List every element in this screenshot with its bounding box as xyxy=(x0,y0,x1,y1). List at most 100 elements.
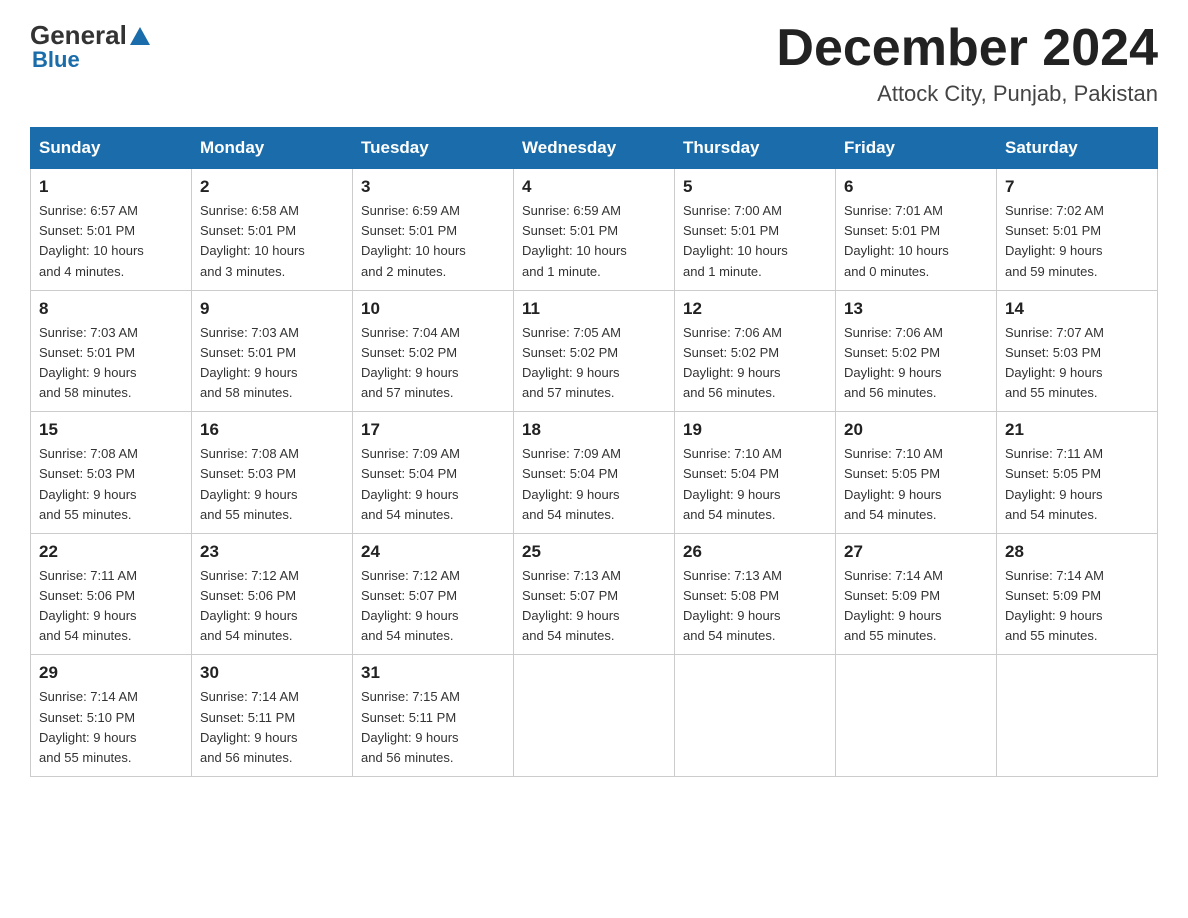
day-info: Sunrise: 7:06 AM Sunset: 5:02 PM Dayligh… xyxy=(683,323,827,404)
day-number: 28 xyxy=(1005,542,1149,562)
day-info: Sunrise: 7:11 AM Sunset: 5:06 PM Dayligh… xyxy=(39,566,183,647)
day-number: 14 xyxy=(1005,299,1149,319)
day-number: 30 xyxy=(200,663,344,683)
calendar-day-cell: 21Sunrise: 7:11 AM Sunset: 5:05 PM Dayli… xyxy=(997,412,1158,534)
day-number: 29 xyxy=(39,663,183,683)
calendar-week-row: 8 Sunrise: 7:03 AM Sunset: 5:01 PM Daylig… xyxy=(31,290,1158,412)
calendar-day-cell xyxy=(675,655,836,777)
calendar-day-cell: 10 Sunrise: 7:04 AM Sunset: 5:02 PM Dayli… xyxy=(353,290,514,412)
logo-blue-text: Blue xyxy=(32,47,80,73)
day-number: 3 xyxy=(361,177,505,197)
day-info: Sunrise: 7:09 AM Sunset: 5:04 PM Dayligh… xyxy=(522,444,666,525)
day-number: 8 xyxy=(39,299,183,319)
day-number: 17 xyxy=(361,420,505,440)
calendar-day-cell: 12 Sunrise: 7:06 AM Sunset: 5:02 PM Dayli… xyxy=(675,290,836,412)
calendar-day-header: Monday xyxy=(192,128,353,169)
day-number: 2 xyxy=(200,177,344,197)
calendar-day-cell: 23Sunrise: 7:12 AM Sunset: 5:06 PM Dayli… xyxy=(192,533,353,655)
calendar-day-header: Wednesday xyxy=(514,128,675,169)
day-info: Sunrise: 7:07 AM Sunset: 5:03 PM Dayligh… xyxy=(1005,323,1149,404)
title-section: December 2024 Attock City, Punjab, Pakis… xyxy=(776,20,1158,107)
calendar-day-cell: 17 Sunrise: 7:09 AM Sunset: 5:04 PM Dayli… xyxy=(353,412,514,534)
day-number: 18 xyxy=(522,420,666,440)
calendar-day-cell: 19Sunrise: 7:10 AM Sunset: 5:04 PM Dayli… xyxy=(675,412,836,534)
calendar-day-cell: 6Sunrise: 7:01 AM Sunset: 5:01 PM Daylig… xyxy=(836,169,997,291)
day-number: 10 xyxy=(361,299,505,319)
calendar-day-cell: 16Sunrise: 7:08 AM Sunset: 5:03 PM Dayli… xyxy=(192,412,353,534)
calendar-day-cell: 13 Sunrise: 7:06 AM Sunset: 5:02 PM Dayli… xyxy=(836,290,997,412)
page-header: General Blue December 2024 Attock City, … xyxy=(30,20,1158,107)
day-info: Sunrise: 7:10 AM Sunset: 5:04 PM Dayligh… xyxy=(683,444,827,525)
day-number: 24 xyxy=(361,542,505,562)
day-number: 7 xyxy=(1005,177,1149,197)
month-title: December 2024 xyxy=(776,20,1158,77)
day-info: Sunrise: 6:58 AM Sunset: 5:01 PM Dayligh… xyxy=(200,201,344,282)
day-info: Sunrise: 7:00 AM Sunset: 5:01 PM Dayligh… xyxy=(683,201,827,282)
day-number: 5 xyxy=(683,177,827,197)
day-info: Sunrise: 7:15 AM Sunset: 5:11 PM Dayligh… xyxy=(361,687,505,768)
day-info: Sunrise: 7:03 AM Sunset: 5:01 PM Dayligh… xyxy=(39,323,183,404)
day-info: Sunrise: 7:01 AM Sunset: 5:01 PM Dayligh… xyxy=(844,201,988,282)
calendar-day-cell xyxy=(514,655,675,777)
logo: General Blue xyxy=(30,20,153,73)
day-info: Sunrise: 7:10 AM Sunset: 5:05 PM Dayligh… xyxy=(844,444,988,525)
calendar-day-cell: 27 Sunrise: 7:14 AM Sunset: 5:09 PM Dayli… xyxy=(836,533,997,655)
calendar-week-row: 29 Sunrise: 7:14 AM Sunset: 5:10 PM Dayli… xyxy=(31,655,1158,777)
day-number: 31 xyxy=(361,663,505,683)
calendar-day-header: Saturday xyxy=(997,128,1158,169)
day-number: 22 xyxy=(39,542,183,562)
day-number: 9 xyxy=(200,299,344,319)
calendar-day-cell: 28 Sunrise: 7:14 AM Sunset: 5:09 PM Dayli… xyxy=(997,533,1158,655)
calendar-day-cell: 5 Sunrise: 7:00 AM Sunset: 5:01 PM Daylig… xyxy=(675,169,836,291)
calendar-day-header: Friday xyxy=(836,128,997,169)
calendar-day-cell: 2 Sunrise: 6:58 AM Sunset: 5:01 PM Daylig… xyxy=(192,169,353,291)
day-info: Sunrise: 7:13 AM Sunset: 5:08 PM Dayligh… xyxy=(683,566,827,647)
calendar-day-cell: 15Sunrise: 7:08 AM Sunset: 5:03 PM Dayli… xyxy=(31,412,192,534)
day-info: Sunrise: 7:04 AM Sunset: 5:02 PM Dayligh… xyxy=(361,323,505,404)
day-number: 26 xyxy=(683,542,827,562)
calendar-day-cell: 7 Sunrise: 7:02 AM Sunset: 5:01 PM Daylig… xyxy=(997,169,1158,291)
day-number: 12 xyxy=(683,299,827,319)
calendar-day-header: Thursday xyxy=(675,128,836,169)
day-info: Sunrise: 7:02 AM Sunset: 5:01 PM Dayligh… xyxy=(1005,201,1149,282)
day-info: Sunrise: 7:14 AM Sunset: 5:09 PM Dayligh… xyxy=(844,566,988,647)
calendar-day-header: Sunday xyxy=(31,128,192,169)
calendar-day-cell: 30 Sunrise: 7:14 AM Sunset: 5:11 PM Dayli… xyxy=(192,655,353,777)
calendar-day-cell: 3 Sunrise: 6:59 AM Sunset: 5:01 PM Daylig… xyxy=(353,169,514,291)
calendar-week-row: 1Sunrise: 6:57 AM Sunset: 5:01 PM Daylig… xyxy=(31,169,1158,291)
day-info: Sunrise: 7:14 AM Sunset: 5:10 PM Dayligh… xyxy=(39,687,183,768)
calendar-header-row: SundayMondayTuesdayWednesdayThursdayFrid… xyxy=(31,128,1158,169)
day-number: 1 xyxy=(39,177,183,197)
day-info: Sunrise: 7:14 AM Sunset: 5:11 PM Dayligh… xyxy=(200,687,344,768)
calendar-day-cell: 20Sunrise: 7:10 AM Sunset: 5:05 PM Dayli… xyxy=(836,412,997,534)
location-text: Attock City, Punjab, Pakistan xyxy=(776,81,1158,107)
calendar-day-cell: 22 Sunrise: 7:11 AM Sunset: 5:06 PM Dayli… xyxy=(31,533,192,655)
day-info: Sunrise: 7:08 AM Sunset: 5:03 PM Dayligh… xyxy=(39,444,183,525)
day-number: 13 xyxy=(844,299,988,319)
day-info: Sunrise: 6:59 AM Sunset: 5:01 PM Dayligh… xyxy=(361,201,505,282)
day-info: Sunrise: 7:14 AM Sunset: 5:09 PM Dayligh… xyxy=(1005,566,1149,647)
day-info: Sunrise: 6:59 AM Sunset: 5:01 PM Dayligh… xyxy=(522,201,666,282)
calendar-day-cell: 1Sunrise: 6:57 AM Sunset: 5:01 PM Daylig… xyxy=(31,169,192,291)
day-info: Sunrise: 7:11 AM Sunset: 5:05 PM Dayligh… xyxy=(1005,444,1149,525)
calendar-day-cell: 29 Sunrise: 7:14 AM Sunset: 5:10 PM Dayli… xyxy=(31,655,192,777)
day-info: Sunrise: 7:03 AM Sunset: 5:01 PM Dayligh… xyxy=(200,323,344,404)
calendar-day-cell xyxy=(836,655,997,777)
calendar-day-cell: 9 Sunrise: 7:03 AM Sunset: 5:01 PM Daylig… xyxy=(192,290,353,412)
day-info: Sunrise: 7:09 AM Sunset: 5:04 PM Dayligh… xyxy=(361,444,505,525)
calendar-day-cell: 14 Sunrise: 7:07 AM Sunset: 5:03 PM Dayli… xyxy=(997,290,1158,412)
day-number: 23 xyxy=(200,542,344,562)
logo-triangle-icon xyxy=(129,25,151,47)
calendar-day-header: Tuesday xyxy=(353,128,514,169)
calendar-day-cell: 18 Sunrise: 7:09 AM Sunset: 5:04 PM Dayli… xyxy=(514,412,675,534)
day-info: Sunrise: 7:08 AM Sunset: 5:03 PM Dayligh… xyxy=(200,444,344,525)
calendar-day-cell: 26 Sunrise: 7:13 AM Sunset: 5:08 PM Dayli… xyxy=(675,533,836,655)
day-number: 27 xyxy=(844,542,988,562)
day-number: 25 xyxy=(522,542,666,562)
calendar-day-cell xyxy=(997,655,1158,777)
calendar-day-cell: 11Sunrise: 7:05 AM Sunset: 5:02 PM Dayli… xyxy=(514,290,675,412)
day-info: Sunrise: 7:12 AM Sunset: 5:07 PM Dayligh… xyxy=(361,566,505,647)
calendar-day-cell: 8 Sunrise: 7:03 AM Sunset: 5:01 PM Daylig… xyxy=(31,290,192,412)
calendar-table: SundayMondayTuesdayWednesdayThursdayFrid… xyxy=(30,127,1158,777)
day-info: Sunrise: 7:06 AM Sunset: 5:02 PM Dayligh… xyxy=(844,323,988,404)
